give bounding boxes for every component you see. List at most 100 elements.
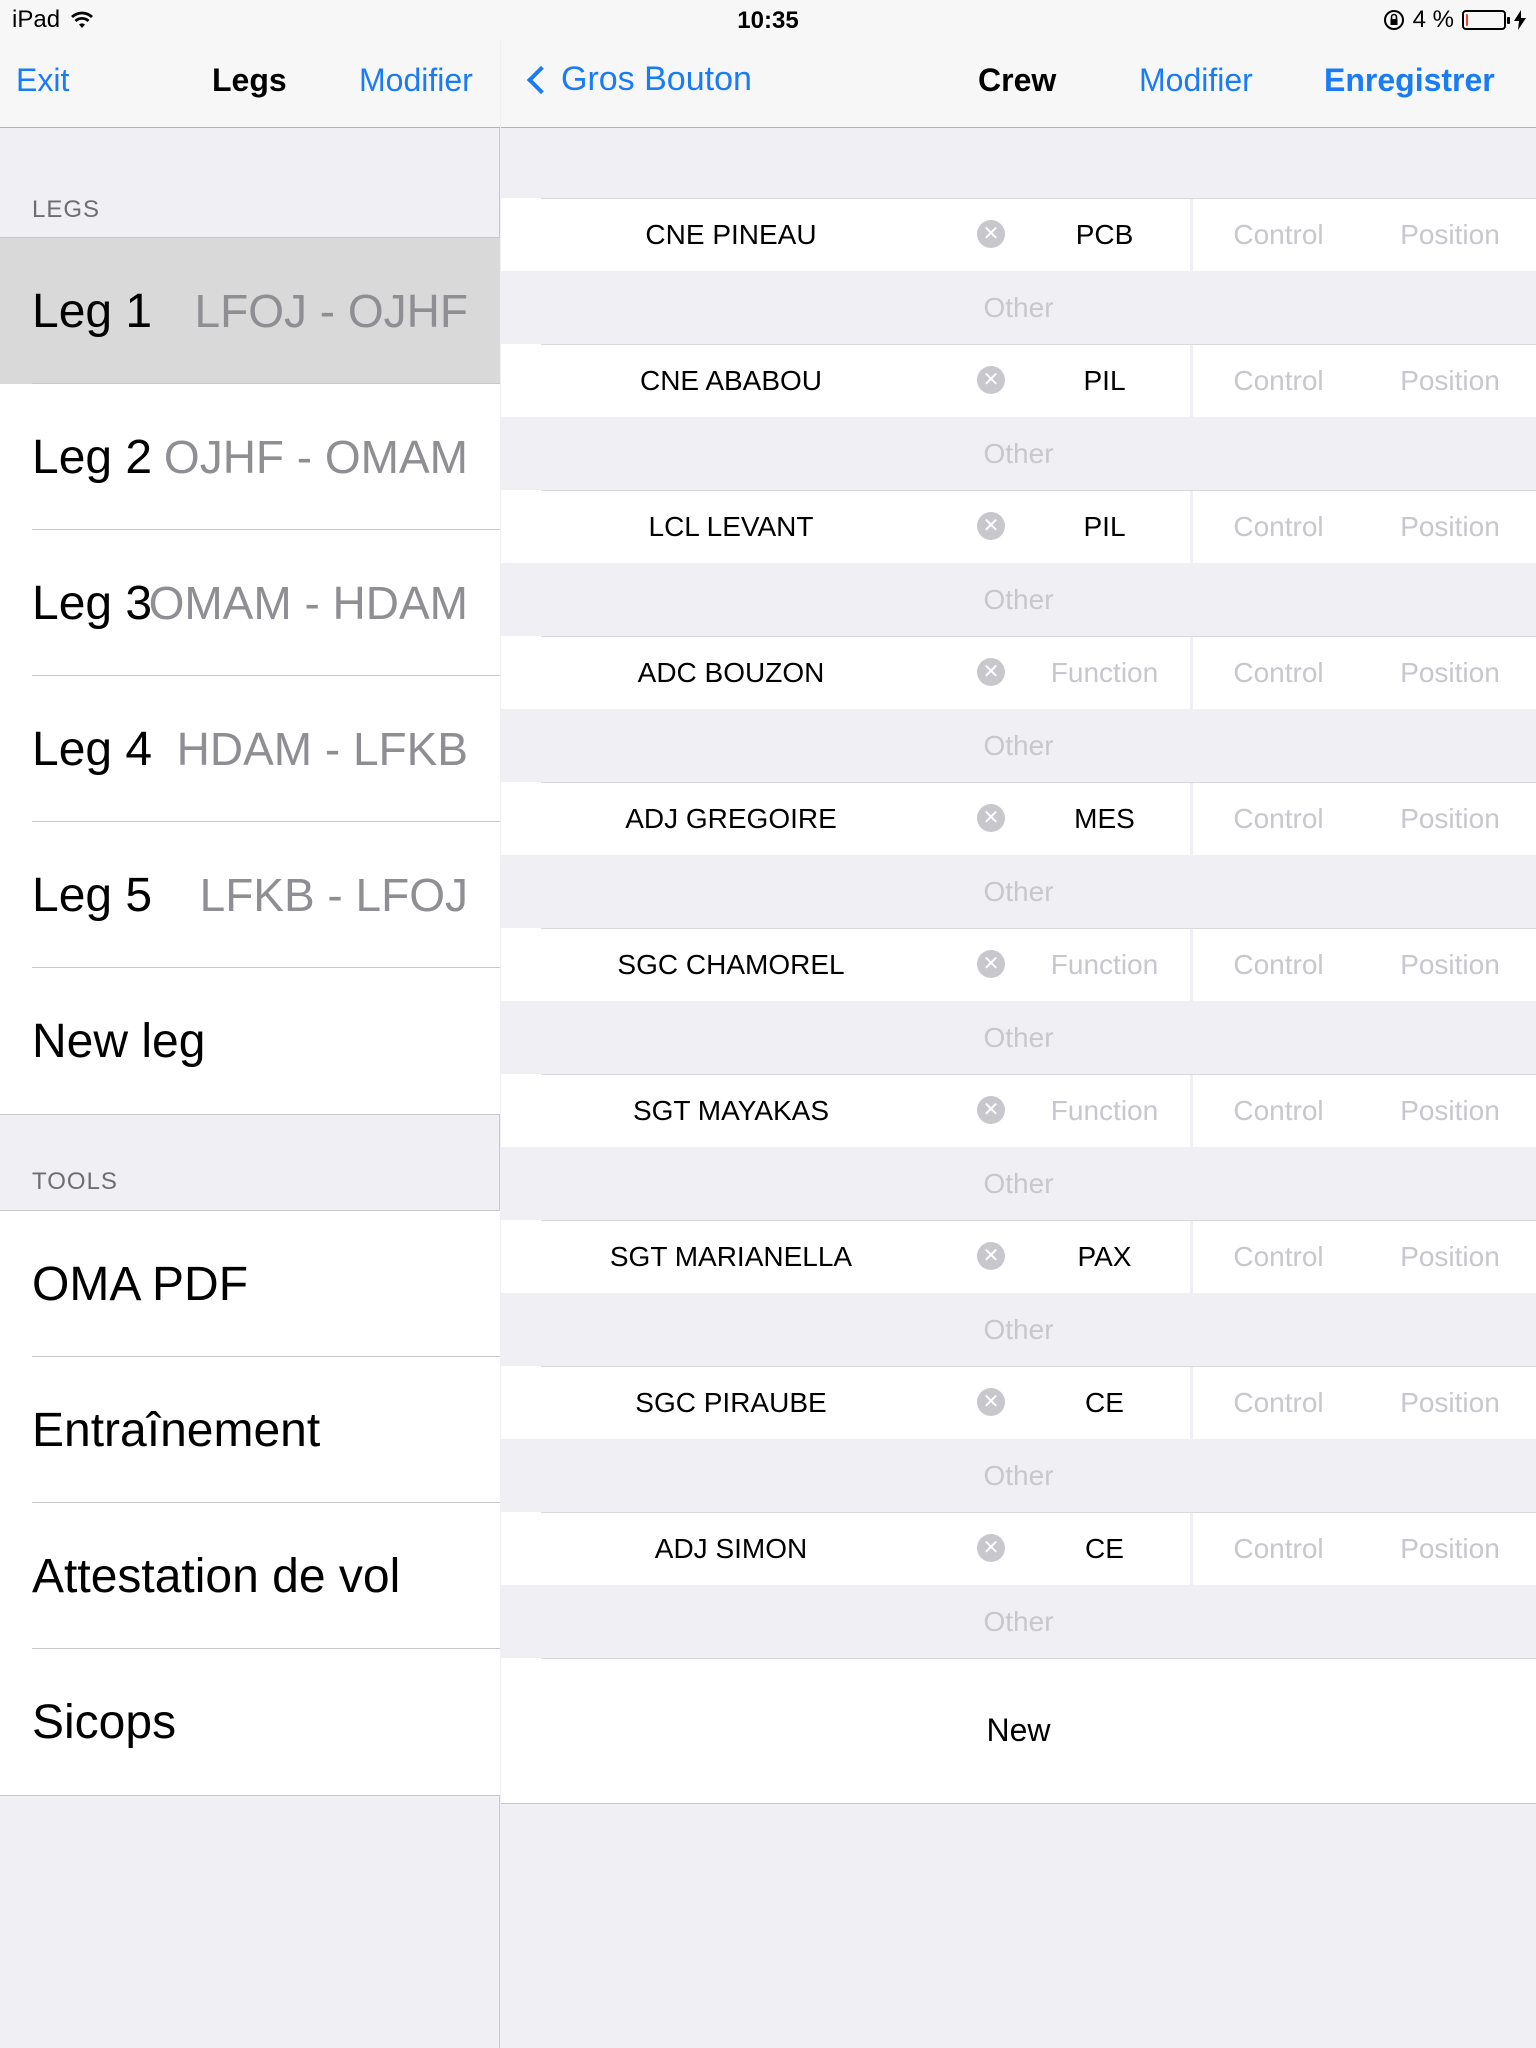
tool-row[interactable]: Sicops: [0, 1649, 500, 1795]
orientation-lock-icon: [1383, 10, 1404, 30]
legs-edit-button[interactable]: Modifier: [359, 62, 473, 99]
crew-control-field[interactable]: Control: [1193, 1512, 1364, 1585]
leg-row[interactable]: Leg 4 HDAM - LFKB: [0, 676, 500, 822]
crew-position-field[interactable]: Position: [1364, 1220, 1536, 1293]
crew-fields: ADJ SIMON ✕ CE Control Position: [501, 1512, 1536, 1585]
leg-row[interactable]: Leg 2 OJHF - OMAM: [0, 384, 500, 530]
clear-icon[interactable]: ✕: [977, 366, 1005, 394]
crew-other-field[interactable]: Other: [501, 1147, 1536, 1220]
clear-icon[interactable]: ✕: [977, 1242, 1005, 1270]
clear-icon[interactable]: ✕: [977, 512, 1005, 540]
crew-function-field[interactable]: CE: [1019, 1366, 1190, 1439]
tool-row[interactable]: OMA PDF: [0, 1211, 500, 1357]
crew-function-field[interactable]: PCB: [1019, 198, 1190, 271]
crew-name-field[interactable]: SGT MAYAKAS ✕: [501, 1074, 1019, 1147]
crew-function-field[interactable]: PIL: [1019, 344, 1190, 417]
clear-icon[interactable]: ✕: [977, 1388, 1005, 1416]
crew-name-field[interactable]: SGT MARIANELLA ✕: [501, 1220, 1019, 1293]
crew-other-field[interactable]: Other: [501, 1585, 1536, 1658]
crew-name-field[interactable]: SGC CHAMOREL ✕: [501, 928, 1019, 1001]
crew-member-row: LCL LEVANT ✕ PIL Control Position Other: [501, 490, 1536, 636]
crew-function-field[interactable]: MES: [1019, 782, 1190, 855]
exit-button[interactable]: Exit: [16, 62, 69, 99]
crew-position-field[interactable]: Position: [1364, 928, 1536, 1001]
tool-row[interactable]: Entraînement: [0, 1357, 500, 1503]
crew-position-field[interactable]: Position: [1364, 1512, 1536, 1585]
back-button[interactable]: Gros Bouton: [523, 60, 752, 99]
crew-other-field[interactable]: Other: [501, 1293, 1536, 1366]
leg-route: LFKB - LFOJ: [199, 869, 468, 921]
crew-name-field[interactable]: SGC PIRAUBE ✕: [501, 1366, 1019, 1439]
crew-name: SGC CHAMOREL: [617, 948, 845, 980]
clear-icon[interactable]: ✕: [977, 950, 1005, 978]
crew-fields: SGT MARIANELLA ✕ PAX Control Position: [501, 1220, 1536, 1293]
clear-icon[interactable]: ✕: [977, 1096, 1005, 1124]
crew-function-field[interactable]: Function: [1019, 928, 1190, 1001]
clear-icon[interactable]: ✕: [977, 1534, 1005, 1562]
crew-position-field[interactable]: Position: [1364, 782, 1536, 855]
crew-function-field[interactable]: Function: [1019, 636, 1190, 709]
crew-function-field[interactable]: Function: [1019, 1074, 1190, 1147]
crew-other-field[interactable]: Other: [501, 855, 1536, 928]
crew-control-field[interactable]: Control: [1193, 1220, 1364, 1293]
crew-position-field[interactable]: Position: [1364, 636, 1536, 709]
crew-name-field[interactable]: CNE PINEAU ✕: [501, 198, 1019, 271]
leg-row[interactable]: Leg 3 OMAM - HDAM: [0, 530, 500, 676]
crew-function-field[interactable]: PAX: [1019, 1220, 1190, 1293]
crew-name: ADJ GREGOIRE: [625, 802, 837, 834]
crew-position-field[interactable]: Position: [1364, 1074, 1536, 1147]
crew-function-field[interactable]: PIL: [1019, 490, 1190, 563]
crew-edit-button[interactable]: Modifier: [1139, 62, 1253, 99]
crew-member-row: SGC PIRAUBE ✕ CE Control Position Other: [501, 1366, 1536, 1512]
crew-position-field[interactable]: Position: [1364, 490, 1536, 563]
crew-name-field[interactable]: LCL LEVANT ✕: [501, 490, 1019, 563]
leg-row[interactable]: Leg 1 LFOJ - OJHF: [0, 238, 500, 384]
divider: [541, 1658, 1536, 1659]
crew-control-field[interactable]: Control: [1193, 490, 1364, 563]
crew-fields: ADJ GREGOIRE ✕ MES Control Position: [501, 782, 1536, 855]
leg-row[interactable]: New leg: [0, 968, 500, 1114]
tool-name: Sicops: [32, 1695, 177, 1749]
crew-control-field[interactable]: Control: [1193, 1366, 1364, 1439]
leg-row[interactable]: Leg 5 LFKB - LFOJ: [0, 822, 500, 968]
crew-other-field[interactable]: Other: [501, 709, 1536, 782]
crew-name: ADJ SIMON: [654, 1532, 808, 1564]
save-button[interactable]: Enregistrer: [1324, 62, 1495, 99]
crew-control-field[interactable]: Control: [1193, 344, 1364, 417]
crew-member-row: ADJ GREGOIRE ✕ MES Control Position Other: [501, 782, 1536, 928]
crew-fields: SGT MAYAKAS ✕ Function Control Position: [501, 1074, 1536, 1147]
crew-name-field[interactable]: ADJ SIMON ✕: [501, 1512, 1019, 1585]
divider: [541, 928, 1536, 929]
status-bar: iPad 10:35 4 %: [0, 0, 1536, 40]
clear-icon[interactable]: ✕: [977, 804, 1005, 832]
clear-icon[interactable]: ✕: [977, 220, 1005, 248]
crew-panel: Gros Bouton Crew Modifier Enregistrer CN…: [501, 0, 1536, 2048]
crew-name: ADC BOUZON: [637, 656, 825, 688]
crew-control-field[interactable]: Control: [1193, 636, 1364, 709]
crew-function-field[interactable]: CE: [1019, 1512, 1190, 1585]
crew-position-field[interactable]: Position: [1364, 344, 1536, 417]
crew-other-field[interactable]: Other: [501, 563, 1536, 636]
crew-name: CNE ABABOU: [639, 364, 823, 396]
tool-row[interactable]: Attestation de vol: [0, 1503, 500, 1649]
crew-name-field[interactable]: CNE ABABOU ✕: [501, 344, 1019, 417]
crew-name-field[interactable]: ADJ GREGOIRE ✕: [501, 782, 1019, 855]
crew-name-field[interactable]: ADC BOUZON ✕: [501, 636, 1019, 709]
crew-other-field[interactable]: Other: [501, 417, 1536, 490]
crew-position-field[interactable]: Position: [1364, 1366, 1536, 1439]
crew-fields: CNE ABABOU ✕ PIL Control Position: [501, 344, 1536, 417]
new-crew-button[interactable]: New: [501, 1658, 1536, 1804]
charging-bolt-icon: [1514, 10, 1526, 30]
divider: [541, 782, 1536, 783]
crew-other-field[interactable]: Other: [501, 271, 1536, 344]
crew-control-field[interactable]: Control: [1193, 782, 1364, 855]
crew-control-field[interactable]: Control: [1193, 928, 1364, 1001]
crew-member-row: CNE PINEAU ✕ PCB Control Position Other: [501, 198, 1536, 344]
crew-other-field[interactable]: Other: [501, 1439, 1536, 1512]
crew-position-field[interactable]: Position: [1364, 198, 1536, 271]
tool-name: Attestation de vol: [32, 1549, 401, 1603]
crew-other-field[interactable]: Other: [501, 1001, 1536, 1074]
crew-control-field[interactable]: Control: [1193, 1074, 1364, 1147]
clear-icon[interactable]: ✕: [977, 658, 1005, 686]
crew-control-field[interactable]: Control: [1193, 198, 1364, 271]
